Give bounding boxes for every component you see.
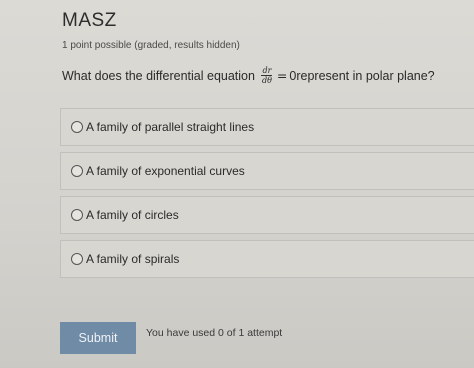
problem-title: MASZ xyxy=(62,10,117,31)
points-info: 1 point possible (graded, results hidden… xyxy=(62,40,240,51)
fraction-denominator: dθ xyxy=(261,76,272,85)
submit-button[interactable]: Submit xyxy=(60,322,136,354)
option-label: A family of spirals xyxy=(86,252,180,266)
radio-button-icon[interactable] xyxy=(71,165,83,177)
attempts-status: You have used 0 of 1 attempt xyxy=(146,327,283,339)
option-circles[interactable]: A family of circles xyxy=(60,196,474,234)
question-prefix: What does the differential equation xyxy=(62,68,255,83)
option-label: A family of exponential curves xyxy=(86,164,245,178)
radio-button-icon[interactable] xyxy=(71,121,83,133)
radio-button-icon[interactable] xyxy=(71,253,83,265)
option-label: A family of circles xyxy=(86,208,179,222)
problem-page: MASZ 1 point possible (graded, results h… xyxy=(0,0,474,368)
fraction-numerator: dr xyxy=(261,66,273,76)
option-spirals[interactable]: A family of spirals xyxy=(60,240,474,278)
question-text: What does the differential equation dr d… xyxy=(62,66,435,85)
question-suffix: 0represent in polar plane? xyxy=(289,68,435,83)
radio-button-icon[interactable] xyxy=(71,209,83,221)
equals-sign: = xyxy=(276,68,288,83)
option-parallel-lines[interactable]: A family of parallel straight lines xyxy=(60,108,474,146)
option-label: A family of parallel straight lines xyxy=(86,120,255,134)
answer-options: A family of parallel straight lines A fa… xyxy=(60,108,474,284)
option-exponential-curves[interactable]: A family of exponential curves xyxy=(60,152,474,190)
fraction: dr dθ xyxy=(261,66,273,85)
